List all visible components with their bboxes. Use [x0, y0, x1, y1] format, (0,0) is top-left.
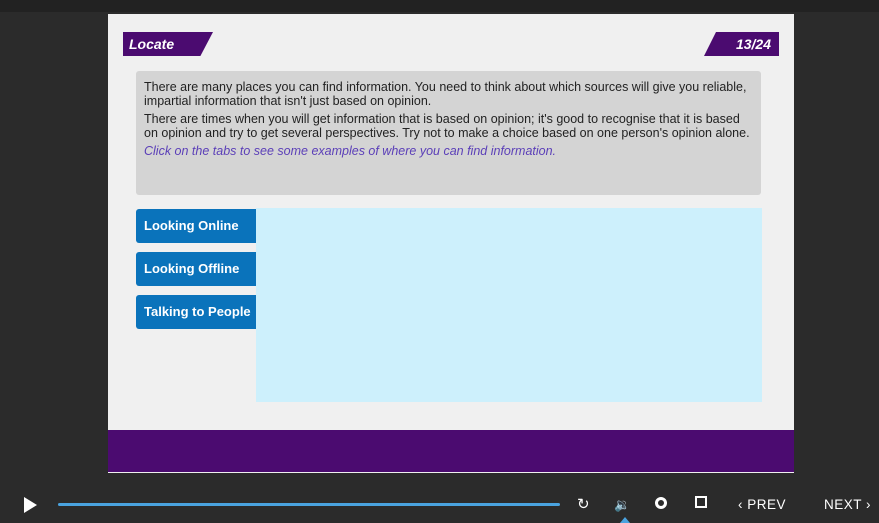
slide-title: Locate: [123, 32, 213, 56]
play-icon[interactable]: [24, 497, 37, 513]
fullscreen-icon[interactable]: [695, 496, 707, 508]
volume-indicator-arrow: [620, 517, 630, 523]
prev-button[interactable]: ‹ PREV: [738, 497, 786, 512]
intro-text-box: There are many places you can find infor…: [136, 71, 761, 195]
progress-bar[interactable]: [58, 503, 560, 506]
volume-icon[interactable]: 🔉: [614, 497, 630, 513]
tab-looking-online[interactable]: Looking Online: [136, 209, 256, 243]
tab-looking-offline[interactable]: Looking Offline: [136, 252, 256, 286]
intro-paragraph-1: There are many places you can find infor…: [144, 80, 747, 108]
page-counter: 13/24: [704, 32, 779, 56]
intro-paragraph-2: There are times when you will get inform…: [144, 112, 750, 140]
settings-gear-icon[interactable]: [655, 497, 667, 509]
tab-content-panel: [256, 208, 762, 402]
instruction-text: Click on the tabs to see some examples o…: [144, 144, 557, 159]
slide-canvas: Locate 13/24 There are many places you c…: [108, 14, 794, 473]
tab-talking-to-people[interactable]: Talking to People: [136, 295, 256, 329]
window-top-edge: [0, 0, 879, 12]
player-controls: ↻ 🔉 ‹ PREV NEXT ›: [0, 473, 879, 523]
replay-icon[interactable]: ↻: [577, 497, 590, 513]
next-button[interactable]: NEXT ›: [824, 497, 871, 512]
slide-footer-bar: [108, 430, 794, 472]
